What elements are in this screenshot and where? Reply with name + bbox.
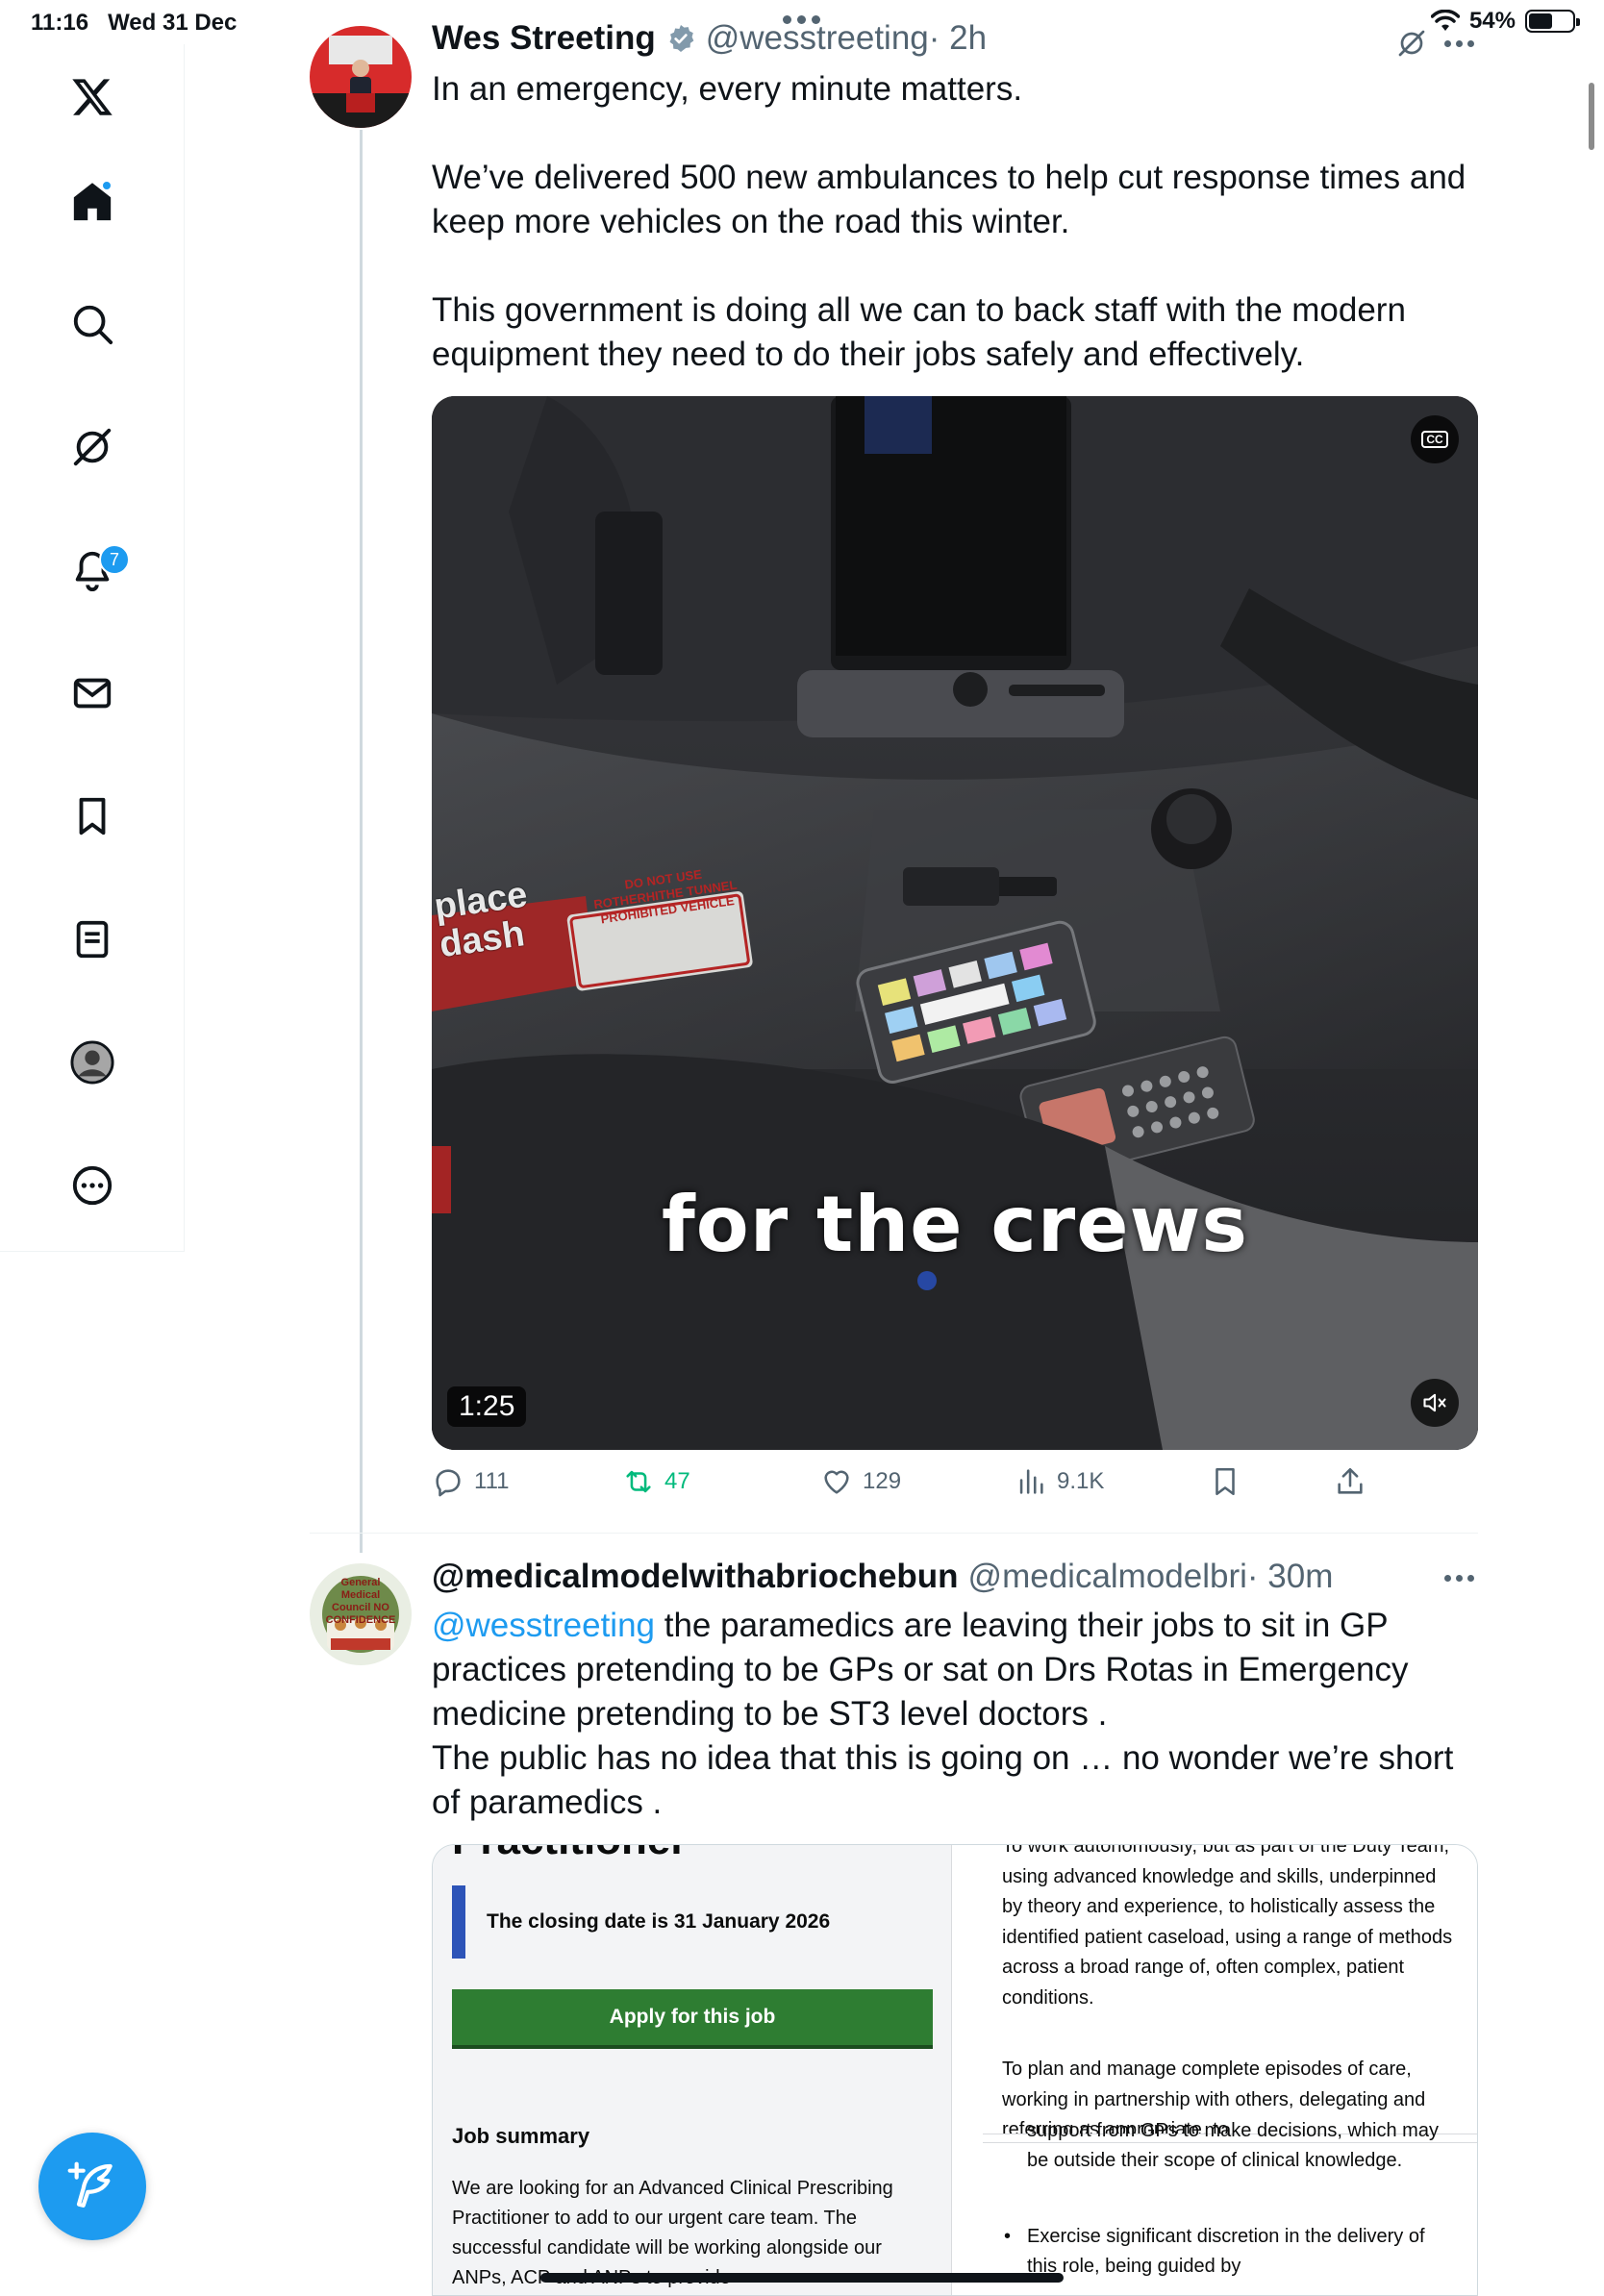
- battery-percent: 54%: [1468, 8, 1516, 34]
- grok-icon[interactable]: [63, 417, 122, 477]
- video-caption: for the crews: [661, 1180, 1249, 1269]
- home-indicator[interactable]: [540, 2273, 1064, 2283]
- avatar[interactable]: General Medical Council NO CONFIDENCE: [310, 1563, 412, 1665]
- like-button[interactable]: 129: [820, 1465, 901, 1498]
- job-title: Practitioner: [452, 1845, 688, 1864]
- compose-icon: [67, 2161, 113, 2208]
- like-count: 129: [863, 1468, 902, 1494]
- job-description-1: To work autonomously, but as part of the…: [1002, 1844, 1453, 2009]
- tweet-video[interactable]: place dash DO NOT USE ROTHERHITHE TUNNEL…: [432, 396, 1478, 1450]
- mute-button[interactable]: [1411, 1379, 1459, 1427]
- status-right: 54%: [1430, 8, 1580, 35]
- display-name[interactable]: Wes Streeting: [432, 19, 656, 58]
- speaker-muted-icon: [1423, 1393, 1446, 1412]
- reply-icon: [436, 1469, 461, 1497]
- tweet-more-button[interactable]: [1444, 40, 1474, 47]
- handle[interactable]: @medicalmodelbri: [968, 1558, 1247, 1596]
- job-description-bullet: Exercise significant discretion in the d…: [1004, 2222, 1450, 2282]
- share-icon: [1338, 1467, 1363, 1494]
- avatar[interactable]: [310, 26, 412, 128]
- more-icon[interactable]: [63, 1156, 122, 1215]
- messages-icon[interactable]: [63, 663, 122, 723]
- share-button[interactable]: [1334, 1465, 1366, 1498]
- repost-count: 47: [664, 1468, 690, 1494]
- views-chart-icon: [1019, 1469, 1043, 1494]
- job-description-3: support from GPs to make decisions, whic…: [1027, 2120, 1439, 2171]
- job-summary-heading: Job summary: [452, 2124, 590, 2148]
- display-name[interactable]: @medicalmodelwithabriochebun: [432, 1558, 959, 1596]
- avatar-text: General Medical Council NO CONFIDENCE: [325, 1577, 396, 1626]
- bookmark-icon: [1216, 1467, 1235, 1496]
- wifi-icon: [1430, 10, 1460, 31]
- video-duration: 1:25: [447, 1386, 527, 1427]
- lists-icon[interactable]: [63, 910, 122, 969]
- bookmarks-icon[interactable]: [63, 786, 122, 846]
- battery-icon: [1525, 10, 1580, 33]
- mention-link[interactable]: @wesstreeting: [432, 1607, 655, 1644]
- heart-icon: [824, 1470, 849, 1494]
- tweet-text: In an emergency, every minute matters. W…: [432, 70, 1466, 373]
- profile-icon[interactable]: [63, 1033, 122, 1092]
- timestamp[interactable]: · 2h: [929, 19, 987, 58]
- views-count: 9.1K: [1057, 1468, 1105, 1494]
- tweet-actions: 111 47 129 9.1K: [432, 1465, 1393, 1508]
- bookmark-button[interactable]: [1209, 1465, 1241, 1498]
- grok-tweet-icon[interactable]: [1396, 28, 1427, 59]
- home-unread-dot: [101, 180, 113, 191]
- timestamp[interactable]: · 30m: [1247, 1558, 1333, 1596]
- x-logo-icon[interactable]: [63, 67, 122, 127]
- dash-sticker-text: place dash: [432, 874, 530, 966]
- apply-button: Apply for this job: [452, 1989, 933, 2049]
- tweet-header: Wes Streeting @wesstreeting · 2h: [432, 19, 987, 58]
- notifications-badge: 7: [99, 544, 130, 575]
- sidebar-nav: 7: [0, 44, 185, 1252]
- closing-date: The closing date is 31 January 2026: [452, 1885, 933, 1959]
- repost-button[interactable]: 47: [622, 1465, 690, 1498]
- reply-count: 111: [474, 1468, 510, 1494]
- compose-button[interactable]: [38, 2133, 146, 2240]
- job-advert-left: Practitioner The closing date is 31 Janu…: [433, 1845, 952, 2295]
- cc-icon: CC: [1421, 431, 1448, 448]
- views-button[interactable]: 9.1K: [1015, 1465, 1104, 1498]
- closed-captions-button[interactable]: CC: [1411, 415, 1459, 463]
- tweet-header: @medicalmodelwithabriochebun @medicalmod…: [432, 1558, 1333, 1596]
- reply-button[interactable]: 111: [432, 1465, 509, 1498]
- notifications-icon[interactable]: 7: [63, 540, 130, 600]
- tweet-image-job-advert[interactable]: Practitioner The closing date is 31 Janu…: [432, 1844, 1478, 2296]
- handle[interactable]: @wesstreeting: [706, 19, 929, 58]
- tweet-divider: [310, 1533, 1478, 1534]
- job-advert-right: To work autonomously, but as part of the…: [983, 1844, 1477, 2295]
- home-icon[interactable]: [63, 172, 122, 232]
- status-time: 11:16 Wed 31 Dec: [31, 10, 238, 36]
- verified-badge-icon: [669, 25, 694, 52]
- thread-connector: [360, 130, 363, 1553]
- search-icon[interactable]: [63, 294, 122, 354]
- tweet-more-button[interactable]: [1444, 1575, 1474, 1582]
- repost-icon: [626, 1470, 651, 1493]
- scrollbar[interactable]: [1589, 83, 1594, 150]
- tweet-text: @wesstreeting the paramedics are leaving…: [432, 1604, 1480, 1825]
